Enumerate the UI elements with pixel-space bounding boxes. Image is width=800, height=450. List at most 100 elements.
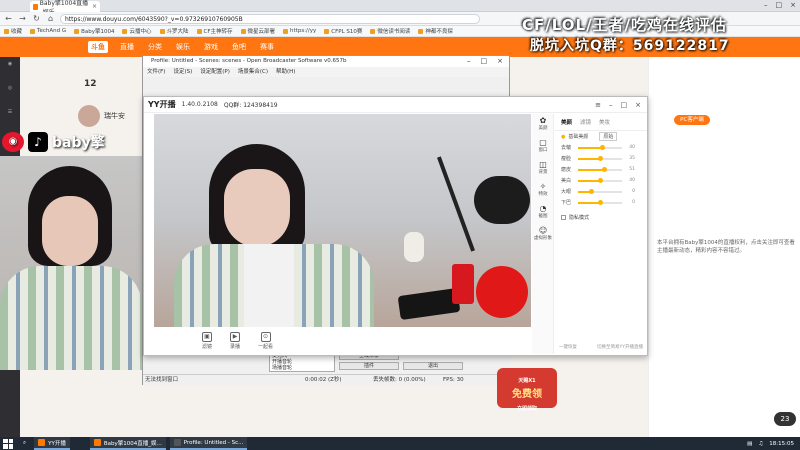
privacy-mode-row[interactable]: 隐私模式 [555, 214, 647, 221]
slider-track[interactable] [578, 166, 622, 172]
minimize-icon[interactable]: – [609, 101, 613, 109]
side-item-window[interactable]: ▢ 窗口 [532, 136, 554, 158]
maximize-icon[interactable]: □ [776, 1, 783, 9]
maximize-icon[interactable]: □ [621, 101, 628, 109]
tab-makeup[interactable]: 美妆 [599, 118, 610, 126]
clock[interactable]: 18:15:05 [769, 441, 794, 447]
menu-item[interactable]: 设定(S) [173, 67, 192, 77]
side-item-background[interactable]: ◫ 背景 [532, 158, 554, 180]
windows-start-icon[interactable] [3, 438, 13, 449]
mic-arm [437, 156, 475, 252]
volume-icon[interactable]: ♫ [758, 441, 763, 447]
menu-item[interactable]: 场景集合(C) [238, 67, 268, 77]
bookmark-item[interactable]: 斗罗大陆 [159, 27, 189, 35]
bookmark-item[interactable]: CF主神转存 [196, 27, 233, 35]
slider-knob[interactable] [598, 177, 603, 183]
side-item-screenshot[interactable]: ◔ 截图 [532, 202, 554, 224]
list-item[interactable]: 场播音轮 [272, 365, 334, 371]
nav-item[interactable]: 鱼吧 [232, 42, 246, 52]
nav-item[interactable]: 娱乐 [176, 42, 190, 52]
minimize-icon[interactable]: – [467, 56, 471, 67]
toggle-icon[interactable]: ● [561, 134, 565, 140]
bookmark-item[interactable]: 微信读书阅读 [370, 27, 410, 35]
side-item-effects[interactable]: ✧ 特效 [532, 180, 554, 202]
bookmark-item[interactable]: CFPL S10赛 [324, 27, 362, 35]
bookmark-item[interactable]: TechAnd G [30, 28, 66, 34]
browser-tab[interactable]: Baby擎1004直播_娱乐 × [30, 0, 100, 16]
stream-video[interactable] [0, 156, 142, 370]
preset-select[interactable]: 原始 [599, 132, 618, 141]
beauty-slider-row[interactable]: 大眼 0 [555, 186, 647, 197]
slider-knob[interactable] [589, 188, 595, 194]
forward-icon[interactable]: → [18, 14, 27, 23]
taskbar-item-yy[interactable]: YY开播 [34, 437, 70, 450]
beauty-slider-row[interactable]: 去皱 40 [555, 142, 647, 153]
close-icon[interactable]: × [635, 101, 641, 109]
menu-item[interactable]: 文件(F) [147, 67, 165, 77]
beauty-panel: 美颜 滤镜 美妆 ● 基础美颜 原始 去皱 40 瘦脸 35 磨皮 51 美白 40 大眼 0 下巴… [555, 114, 647, 354]
tab-filter[interactable]: 滤镜 [580, 118, 591, 126]
reset-button[interactable]: 一键恢复 [559, 344, 577, 350]
slider-knob[interactable] [600, 144, 606, 150]
side-item-avatar[interactable]: ☺ 虚拟形象 [532, 224, 554, 246]
refresh-icon[interactable]: ↻ [32, 14, 41, 23]
bookmark-item[interactable]: 微星云部署 [240, 27, 275, 35]
home-icon[interactable]: ⌂ [46, 14, 55, 23]
pc-client-badge[interactable]: PC客户端 [674, 115, 710, 125]
beauty-slider-row[interactable]: 磨皮 51 [555, 164, 647, 175]
yy-window: YY开播 1.40.0.2108 QQ群: 124398419 ≡ – □ × … [143, 96, 648, 356]
beauty-slider-row[interactable]: 下巴 0 [555, 197, 647, 208]
menu-item[interactable]: 设定配置(P) [200, 67, 230, 77]
avatar[interactable] [78, 105, 100, 127]
rail-item[interactable]: ◎ [0, 81, 20, 105]
slider-track[interactable] [578, 199, 622, 205]
taskbar-item-obs[interactable]: Profile: Untitled - Sc... [169, 437, 248, 450]
watch-together-button[interactable]: ⊙ 一起看 [258, 332, 273, 350]
menu-item[interactable]: 帮助(H) [276, 67, 295, 77]
record-button[interactable]: ▶ 录播 [230, 332, 240, 350]
beauty-slider-row[interactable]: 美白 40 [555, 175, 647, 186]
menu-icon[interactable]: ≡ [595, 101, 601, 109]
obs-button[interactable]: 插件 [339, 362, 399, 370]
rail-item[interactable]: ☰ [0, 105, 20, 129]
maximize-icon[interactable]: □ [481, 56, 488, 67]
nav-item[interactable]: 分类 [148, 42, 162, 52]
nav-item[interactable]: 游戏 [204, 42, 218, 52]
close-icon[interactable]: × [92, 3, 97, 10]
switch-simple-link[interactable]: 切换至简易YY开播直播 [597, 344, 643, 350]
promo-banner[interactable]: 天赐X1 免费领 立即领取 [497, 368, 557, 412]
obs-button[interactable]: 退出 [403, 362, 463, 370]
minimize-icon[interactable]: – [764, 1, 768, 9]
rail-item[interactable]: ◉ [0, 57, 20, 81]
slider-track[interactable] [578, 144, 622, 150]
taskbar-item-browser[interactable]: Baby擎1004直播_娱... [89, 437, 166, 450]
side-item-beauty[interactable]: ✿ 美颜 [532, 114, 554, 136]
url-input[interactable]: https://www.douyu.com/6043590?_v=0.97326… [60, 13, 480, 24]
slider-knob[interactable] [598, 155, 603, 161]
right-panel: 本平台拥有Baby擎1004的直播权利，点击关注即可查看主播最新动态，精彩内容不… [648, 57, 800, 437]
network-icon[interactable]: ▤ [747, 441, 752, 447]
slider-knob[interactable] [602, 166, 608, 172]
bookmark-item[interactable]: 云播中心 [122, 27, 152, 35]
yy-preview[interactable] [154, 114, 531, 327]
bookmark-item[interactable]: Baby擎1004 [74, 27, 114, 35]
bookmark-item[interactable]: https://yy [283, 28, 316, 34]
slider-track[interactable] [578, 177, 622, 183]
nav-item[interactable]: 赛事 [260, 42, 274, 52]
tab-beauty[interactable]: 美颜 [561, 118, 572, 126]
bookmark-item[interactable]: 收藏 [4, 27, 22, 35]
slider-knob[interactable] [598, 199, 603, 205]
back-icon[interactable]: ← [4, 14, 13, 23]
basic-beauty-row[interactable]: ● 基础美颜 原始 [555, 131, 647, 142]
bookmark-item[interactable]: 神都不良探 [418, 27, 453, 35]
close-window-icon[interactable]: × [790, 1, 796, 9]
search-icon[interactable]: ⌕ [23, 440, 26, 447]
filter-button[interactable]: ▣ 滤镜 [202, 332, 212, 350]
close-icon[interactable]: × [497, 56, 503, 67]
slider-track[interactable] [578, 155, 622, 161]
beauty-slider-row[interactable]: 瘦脸 35 [555, 153, 647, 164]
slider-track[interactable] [578, 188, 622, 194]
nav-item[interactable]: 直播 [120, 42, 134, 52]
privacy-checkbox[interactable] [561, 215, 566, 220]
douyu-logo[interactable]: 斗鱼 [88, 41, 108, 53]
